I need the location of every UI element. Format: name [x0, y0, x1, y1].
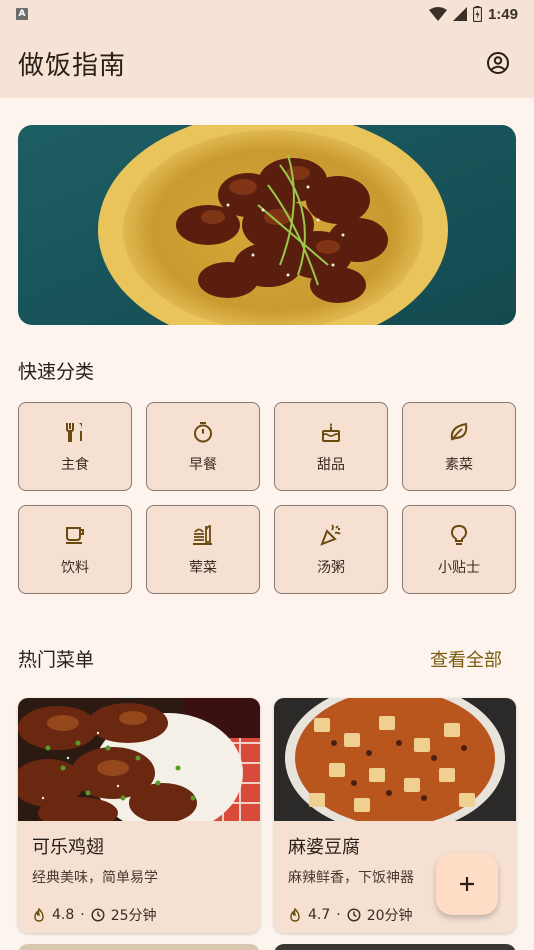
- hero-illustration: [18, 125, 516, 325]
- category-vegetable[interactable]: 素菜: [402, 402, 516, 491]
- category-label: 早餐: [189, 456, 217, 473]
- clock-icon: [347, 908, 361, 922]
- app-title: 做饭指南: [18, 50, 127, 81]
- status-time: 1:49: [487, 5, 518, 23]
- lightbulb-icon: [447, 523, 471, 547]
- popular-title: 热门菜单: [18, 649, 95, 671]
- hero-banner-image[interactable]: [18, 125, 516, 325]
- quick-categories-title: 快速分类: [18, 361, 95, 383]
- category-label: 小贴士: [438, 559, 480, 576]
- account-button[interactable]: [480, 45, 516, 81]
- app-notification-icon: A: [16, 8, 28, 20]
- signal-icon: [452, 7, 467, 21]
- recipe-time: 20分钟: [366, 908, 413, 924]
- category-label: 主食: [61, 456, 89, 473]
- status-left: A: [16, 8, 28, 20]
- category-meat[interactable]: 荤菜: [146, 505, 260, 594]
- recipe-image: [18, 698, 260, 821]
- category-dessert[interactable]: 甜品: [274, 402, 388, 491]
- category-label: 饮料: [61, 559, 89, 576]
- top-app-bar: 做饭指南: [0, 28, 534, 98]
- cake-icon: [319, 420, 343, 444]
- recipe-time: 25分钟: [110, 908, 157, 924]
- category-staple[interactable]: 主食: [18, 402, 132, 491]
- category-label: 汤粥: [317, 559, 345, 576]
- category-drinks[interactable]: 饮料: [18, 505, 132, 594]
- timer-icon: [191, 420, 215, 444]
- leaf-icon: [447, 420, 471, 444]
- recipe-card[interactable]: 可乐鸡翅 经典美味，简单易学 4.8 · 25分钟: [18, 698, 260, 933]
- status-right: 1:49: [428, 5, 518, 23]
- recipe-rating: 4.7: [308, 907, 331, 923]
- category-grid: 主食 早餐 甜品 素菜 饮料 荤菜 汤粥 小贴士: [18, 402, 516, 594]
- flame-icon: [34, 908, 44, 922]
- food-bank-icon: [191, 523, 215, 547]
- recipe-card-peek[interactable]: [274, 944, 516, 950]
- utensils-icon: [63, 420, 87, 444]
- status-bar: A 1:49: [0, 0, 534, 28]
- cup-icon: [63, 523, 87, 547]
- account-circle-icon: [487, 52, 509, 74]
- clock-icon: [91, 908, 105, 922]
- recipe-rating: 4.8: [52, 907, 75, 923]
- category-label: 素菜: [445, 456, 473, 473]
- battery-icon: [472, 6, 482, 22]
- add-recipe-fab[interactable]: [436, 853, 498, 915]
- recipe-name: 可乐鸡翅: [32, 837, 104, 858]
- meta-separator: ·: [336, 907, 341, 923]
- category-label: 荤菜: [189, 559, 217, 576]
- recipe-card-peek[interactable]: [18, 944, 260, 950]
- recipe-description: 经典美味，简单易学: [32, 870, 158, 886]
- see-all-link[interactable]: 查看全部: [430, 646, 502, 672]
- category-breakfast[interactable]: 早餐: [146, 402, 260, 491]
- recipe-image: [274, 698, 516, 821]
- plus-icon: [460, 877, 474, 891]
- flame-icon: [290, 908, 300, 922]
- category-label: 甜品: [317, 456, 345, 473]
- category-tips[interactable]: 小贴士: [402, 505, 516, 594]
- wifi-icon: [428, 7, 447, 21]
- recipe-meta: 4.8 · 25分钟: [32, 905, 246, 925]
- recipe-body: 可乐鸡翅 经典美味，简单易学 4.8 · 25分钟: [18, 821, 260, 925]
- meta-separator: ·: [80, 907, 85, 923]
- category-soup[interactable]: 汤粥: [274, 505, 388, 594]
- celebration-icon: [319, 523, 343, 547]
